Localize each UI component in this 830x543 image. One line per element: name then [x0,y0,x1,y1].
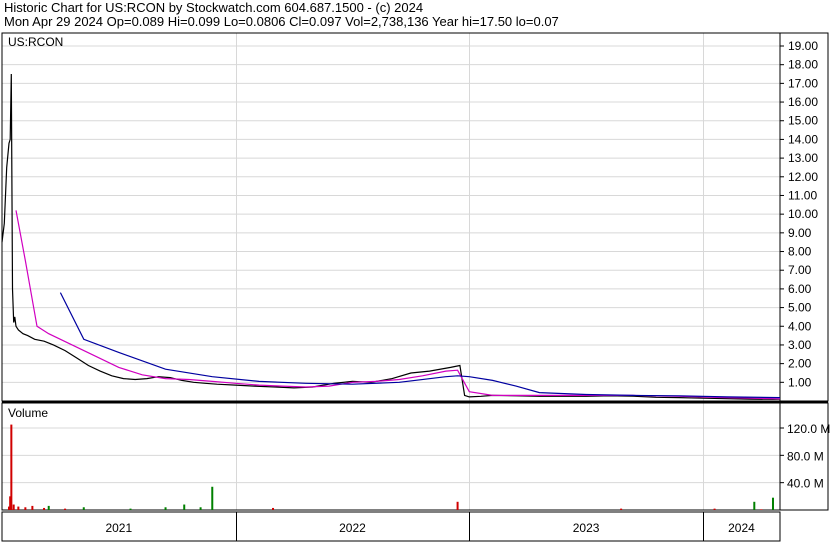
chart-frames [1,32,829,542]
volume-bar [753,501,756,510]
price-tick-label: 4.00 [788,319,812,333]
axis-labels: 1.00 2.00 3.00 4.00 5.00 6.00 7.00 8.00 9.00 10.0… [105,39,830,535]
price-tick-label: 17.00 [788,76,818,90]
price-tick-label: 13.00 [788,151,818,165]
volume-bar [713,508,716,510]
volume-bar [620,508,623,510]
volume-bar [199,507,202,510]
volume-tick-label: 80.0 M [787,449,824,463]
volume-panel-title: Volume [8,406,48,420]
volume-bar [17,506,20,510]
price-tick-label: 19.00 [788,39,818,53]
year-label: 2024 [728,521,755,535]
volume-bar [211,486,214,510]
price-tick-label: 3.00 [788,338,812,352]
price-tick-label: 7.00 [788,263,812,277]
volume-bar [64,508,67,510]
volume-bar [164,507,167,510]
price-series [1,73,781,400]
price-tick-label: 6.00 [788,282,812,296]
year-label: 2023 [573,521,600,535]
volume-panel-frame [1,402,829,511]
price-tick-label: 1.00 [788,375,812,389]
volume-bar [272,507,275,510]
price-tick-label: 14.00 [788,132,818,146]
price-tick-label: 15.00 [788,114,818,128]
volume-bar [24,507,27,510]
price-tick-label: 5.00 [788,301,812,315]
price-panel-title: US:RCON [8,35,63,49]
volume-bars [8,424,774,510]
price-series-line-1 [1,73,781,400]
price-tick-label: 8.00 [788,245,812,259]
price-tick-label: 11.00 [788,188,817,202]
volume-bar [12,504,15,510]
volume-bar [31,505,34,510]
price-panel-frame [1,32,829,402]
volume-bar [47,505,50,510]
price-series-line-2 [15,210,781,400]
grid-lines [2,33,784,510]
price-tick-label: 18.00 [788,58,818,72]
volume-bar [760,509,763,510]
price-tick-label: 9.00 [788,226,812,240]
volume-bar [82,507,85,510]
year-label: 2021 [105,521,132,535]
volume-bar [129,508,132,510]
volume-bar [183,504,186,510]
stock-chart: 1.00 2.00 3.00 4.00 5.00 6.00 7.00 8.00 9.00 10.0… [1,32,830,542]
volume-bar [10,424,13,510]
price-tick-label: 10.00 [788,207,818,221]
year-label: 2022 [339,521,366,535]
volume-bar [456,501,459,510]
price-tick-label: 12.00 [788,170,818,184]
volume-tick-label: 120.0 M [787,422,830,436]
volume-tick-label: 40.0 M [787,477,824,491]
volume-bar [43,507,46,510]
price-tick-label: 2.00 [788,357,812,371]
price-tick-label: 16.00 [788,95,818,109]
volume-bar [771,497,774,510]
